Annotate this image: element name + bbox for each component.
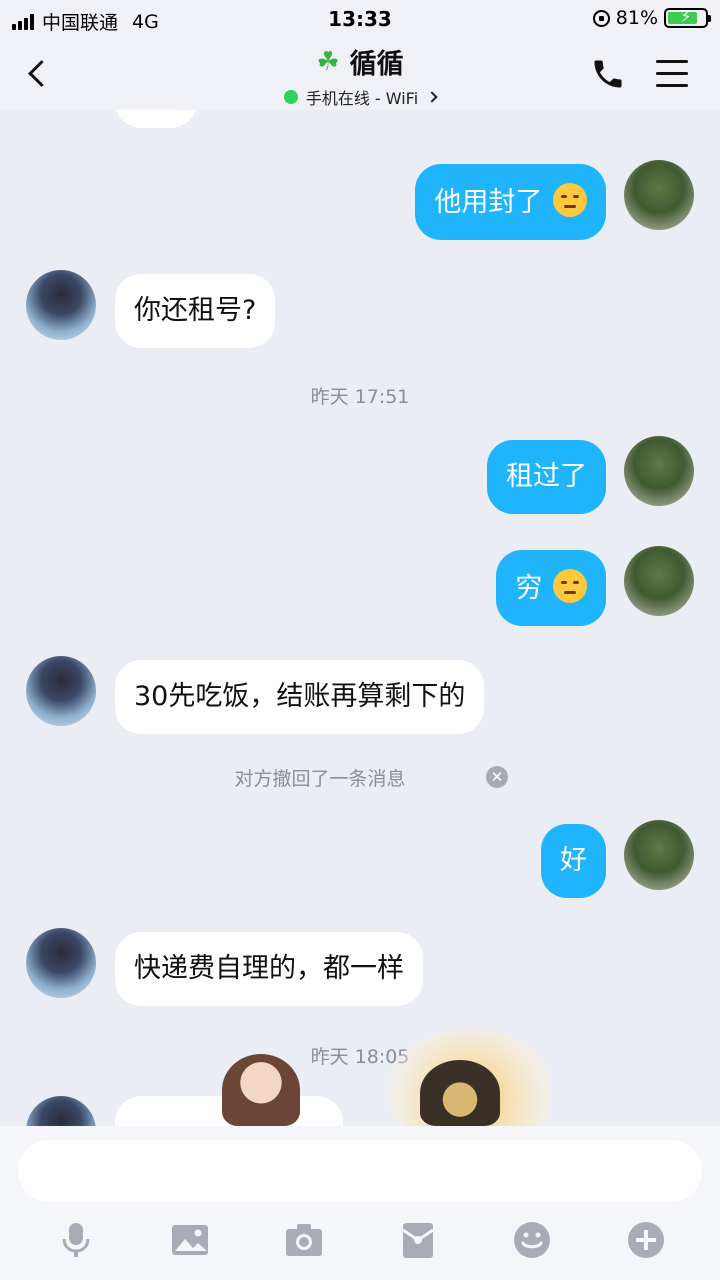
recall-notice-text: 对方撤回了一条消息 <box>234 768 406 790</box>
online-status[interactable]: 手机在线 - WiFi <box>283 85 438 109</box>
message-bubble-outgoing[interactable]: 租过了 <box>487 440 606 514</box>
recall-notice: 对方撤回了一条消息 <box>0 764 720 791</box>
timestamp: 昨天 17:51 <box>310 386 410 408</box>
message-bubble-incoming[interactable]: 快递费自理的，都一样 <box>115 932 423 1006</box>
red-packet-icon <box>402 1223 434 1258</box>
my-avatar[interactable] <box>624 436 694 506</box>
red-packet-button[interactable] <box>398 1220 438 1260</box>
status-right: 81% ⚡ <box>592 7 711 29</box>
chat-header: ☘ 循循 手机在线 - WiFi <box>0 38 720 110</box>
timestamp: 昨天 18:05 <box>310 1046 410 1068</box>
partial-message-bubble <box>115 110 197 128</box>
emoji-sweat-icon <box>553 183 587 217</box>
camera-button[interactable] <box>284 1220 324 1260</box>
message-bubble-outgoing[interactable]: 好 <box>541 824 606 898</box>
online-status-text: 手机在线 - WiFi <box>305 89 419 108</box>
peer-avatar[interactable] <box>26 270 96 340</box>
my-avatar[interactable] <box>624 820 694 890</box>
peer-avatar[interactable] <box>26 656 96 726</box>
phone-button[interactable] <box>590 56 626 92</box>
chat-area[interactable]: 他用封了 你还租号? 昨天 17:51 租过了 穷 30先吃饭，结账再算剩下的 … <box>0 110 720 1126</box>
mic-button[interactable] <box>56 1220 96 1260</box>
message-text: 快递费自理的，都一样 <box>134 953 404 984</box>
mic-icon <box>62 1223 90 1257</box>
menu-button[interactable] <box>656 60 688 88</box>
my-avatar[interactable] <box>624 546 694 616</box>
character-sticker-icon <box>420 1060 500 1126</box>
emoji-icon <box>514 1222 550 1258</box>
status-bar: 中国联通 4G 13:33 81% ⚡ <box>0 0 720 38</box>
online-dot-icon <box>283 90 298 104</box>
image-icon <box>172 1225 208 1255</box>
close-icon[interactable]: ✕ <box>486 766 508 788</box>
character-sticker-icon <box>222 1054 300 1126</box>
rotation-lock-icon <box>592 9 610 27</box>
message-text: 租过了 <box>506 461 587 492</box>
message-bubble-incoming[interactable]: 你还租号? <box>115 274 276 348</box>
message-text: 30先吃饭，结账再算剩下的 <box>134 681 466 712</box>
phone-icon <box>594 60 622 88</box>
message-bubble-outgoing[interactable]: 穷 <box>496 550 606 626</box>
battery-icon: ⚡ <box>664 7 711 28</box>
emoji-sad-icon <box>553 569 587 603</box>
battery-percent: 81% <box>615 7 658 29</box>
message-text: 他用封了 <box>434 187 543 218</box>
camera-icon <box>286 1224 322 1256</box>
message-input[interactable] <box>18 1140 702 1202</box>
message-text: 穷 <box>515 573 543 604</box>
chevron-right-icon <box>426 91 438 103</box>
my-avatar[interactable] <box>624 160 694 230</box>
plus-button[interactable] <box>626 1220 666 1260</box>
peer-avatar[interactable] <box>26 928 96 998</box>
message-bubble-incoming[interactable]: 30先吃饭，结账再算剩下的 <box>115 660 485 734</box>
emoji-button[interactable] <box>512 1220 552 1260</box>
contact-name: 循循 <box>349 49 404 80</box>
peer-avatar[interactable] <box>26 1096 96 1126</box>
image-button[interactable] <box>170 1220 210 1260</box>
clover-icon: ☘ <box>316 46 340 77</box>
message-bubble-outgoing[interactable]: 他用封了 <box>415 164 606 240</box>
message-text: 好 <box>560 845 587 876</box>
input-bar <box>0 1126 720 1280</box>
message-text: 你还租号? <box>134 295 257 326</box>
plus-icon <box>628 1222 664 1258</box>
